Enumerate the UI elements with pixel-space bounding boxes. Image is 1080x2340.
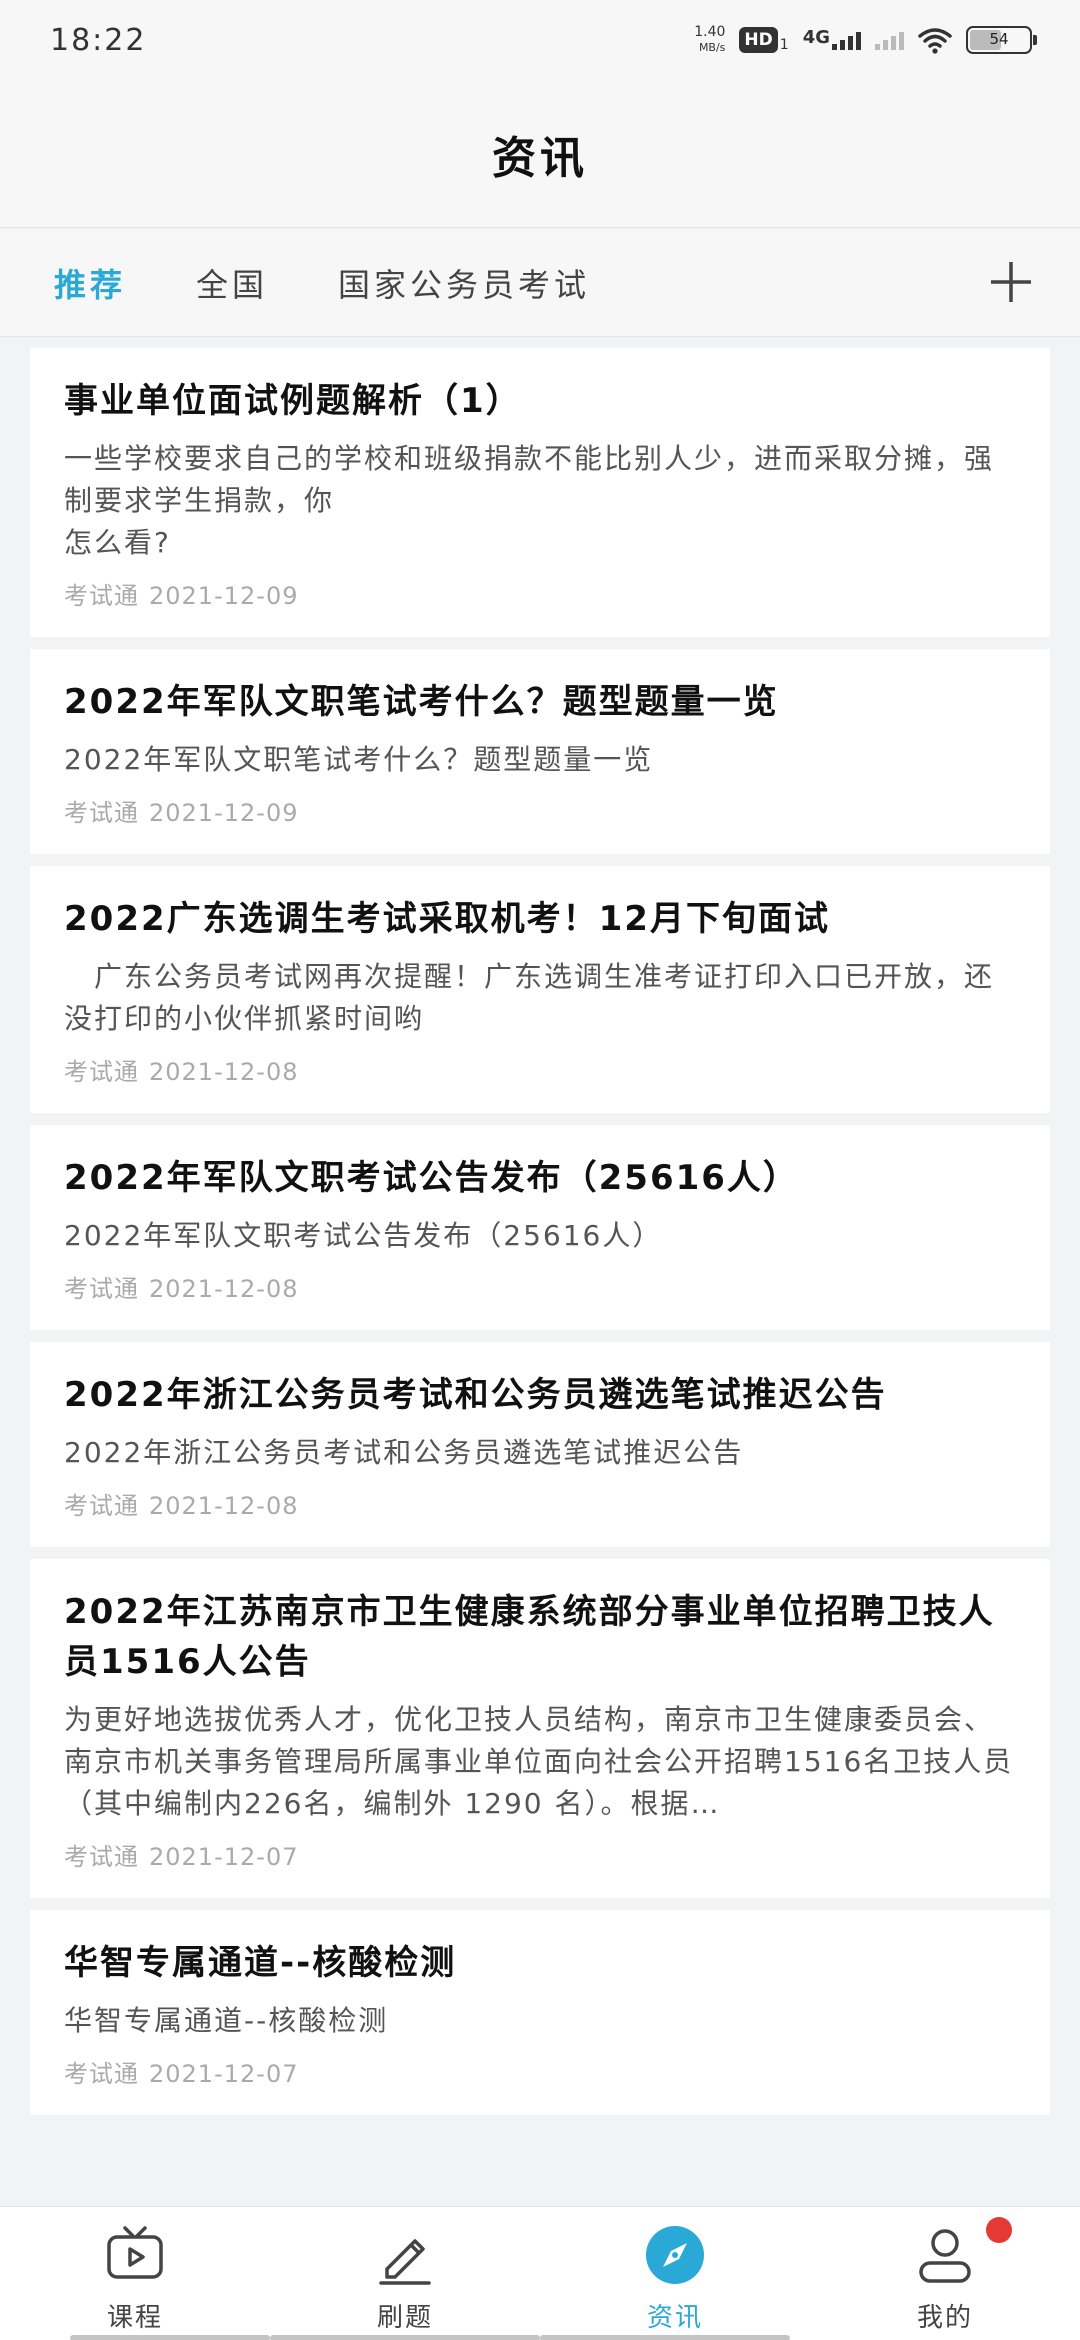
- article-title: 事业单位面试例题解析（1）: [64, 381, 522, 421]
- article-source: 考试通: [64, 2060, 139, 2088]
- article-meta: 考试通 2021-12-07: [64, 1837, 1016, 1872]
- article-summary: 华智专属通道--核酸检测: [64, 2004, 389, 2037]
- article-title: 2022广东选调生考试采取机考！12月下旬面试: [64, 899, 830, 939]
- add-category-icon[interactable]: [986, 257, 1036, 307]
- article-card[interactable]: 2022年军队文职考试公告发布（25616人） 2022年军队文职考试公告发布（…: [30, 1125, 1050, 1330]
- nav-label: 资讯: [646, 2303, 703, 2333]
- article-date: 2021-12-08: [149, 1275, 299, 1303]
- user-icon: [919, 2229, 971, 2283]
- article-title: 2022年军队文职考试公告发布（25616人）: [64, 1158, 799, 1198]
- page-title: 资讯: [492, 132, 588, 184]
- nav-label: 刷题: [376, 2303, 433, 2333]
- battery-icon: 54: [966, 26, 1037, 54]
- battery-level: 54: [989, 30, 1009, 48]
- nav-news[interactable]: 资讯: [540, 2207, 810, 2340]
- article-summary: 为更好地选拔优秀人才，优化卫技人员结构，南京市卫生健康委员会、南京市机关事务管理…: [64, 1703, 1014, 1820]
- article-title: 2022年军队文职笔试考什么？题型题量一览: [64, 682, 779, 722]
- tab-civil-service-exam[interactable]: 国家公务员考试: [338, 260, 590, 306]
- category-tabs: 推荐 全国 国家公务员考试: [0, 229, 1080, 337]
- article-meta: 考试通 2021-12-08: [64, 1269, 1016, 1304]
- article-date: 2021-12-08: [149, 1058, 299, 1086]
- nav-label: 我的: [916, 2303, 973, 2333]
- article-source: 考试通: [64, 1492, 139, 1520]
- article-meta: 考试通 2021-12-09: [64, 576, 1016, 611]
- compass-icon: [646, 2226, 704, 2284]
- article-meta: 考试通 2021-12-08: [64, 1486, 1016, 1521]
- tv-play-icon: [107, 2226, 163, 2279]
- article-source: 考试通: [64, 1275, 139, 1303]
- article-date: 2021-12-07: [149, 1843, 299, 1871]
- status-time: 18:22: [50, 22, 147, 58]
- status-bar: 18:22 1.40 MB/s HD 1 4G 54: [0, 0, 1080, 80]
- article-date: 2021-12-08: [149, 1492, 299, 1520]
- article-summary: 2022年军队文职考试公告发布（25616人）: [64, 1219, 663, 1252]
- article-card[interactable]: 华智专属通道--核酸检测 华智专属通道--核酸检测 考试通 2021-12-07: [30, 1910, 1050, 2115]
- signal-4g-icon: 4G: [803, 29, 861, 50]
- network-speed-value: 1.40: [694, 24, 726, 40]
- tab-national[interactable]: 全国: [196, 260, 268, 306]
- article-source: 考试通: [64, 799, 139, 827]
- network-speed-unit: MB/s: [698, 41, 726, 54]
- article-card[interactable]: 2022年军队文职笔试考什么？题型题量一览 2022年军队文职笔试考什么？题型题…: [30, 649, 1050, 854]
- article-card[interactable]: 2022广东选调生考试采取机考！12月下旬面试 广东公务员考试网再次提醒！广东选…: [30, 866, 1050, 1113]
- article-meta: 考试通 2021-12-09: [64, 793, 1016, 828]
- status-icons: 1.40 MB/s HD 1 4G 54: [694, 25, 1037, 55]
- article-summary: 一些学校要求自己的学校和班级捐款不能比别人少，进而采取分摊，强制要求学生捐款，你…: [64, 442, 995, 559]
- article-card[interactable]: 事业单位面试例题解析（1） 一些学校要求自己的学校和班级捐款不能比别人少，进而采…: [30, 348, 1050, 637]
- bottom-nav: 课程 刷题 资讯 我的: [0, 2206, 1080, 2340]
- article-title: 2022年浙江公务员考试和公务员遴选笔试推迟公告: [64, 1375, 887, 1415]
- article-meta: 考试通 2021-12-08: [64, 1052, 1016, 1087]
- nav-label: 课程: [106, 2303, 163, 2333]
- nav-courses[interactable]: 课程: [0, 2207, 270, 2340]
- article-source: 考试通: [64, 1843, 139, 1871]
- signal-sim2-icon: [875, 30, 904, 50]
- article-date: 2021-12-09: [149, 799, 299, 827]
- article-meta: 考试通 2021-12-07: [64, 2054, 1016, 2089]
- article-date: 2021-12-09: [149, 582, 299, 610]
- article-title: 2022年江苏南京市卫生健康系统部分事业单位招聘卫技人员1516人公告: [64, 1592, 995, 1682]
- hd-icon: HD 1: [739, 27, 789, 53]
- pencil-icon: [379, 2239, 431, 2285]
- article-summary: 2022年浙江公务员考试和公务员遴选笔试推迟公告: [64, 1436, 744, 1469]
- notification-badge: [986, 2217, 1012, 2243]
- page-header: 资讯: [0, 80, 1080, 228]
- article-card[interactable]: 2022年浙江公务员考试和公务员遴选笔试推迟公告 2022年浙江公务员考试和公务…: [30, 1342, 1050, 1547]
- nav-mine[interactable]: 我的: [810, 2207, 1080, 2340]
- tab-recommended[interactable]: 推荐: [54, 260, 126, 306]
- news-feed: 事业单位面试例题解析（1） 一些学校要求自己的学校和班级捐款不能比别人少，进而采…: [30, 348, 1050, 2127]
- nav-practice[interactable]: 刷题: [270, 2207, 540, 2340]
- wifi-icon: [918, 28, 952, 54]
- network-speed: 1.40 MB/s: [694, 25, 725, 55]
- article-summary: 广东公务员考试网再次提醒！广东选调生准考证打印入口已开放，还没打印的小伙伴抓紧时…: [64, 960, 995, 1035]
- article-date: 2021-12-07: [149, 2060, 299, 2088]
- article-title: 华智专属通道--核酸检测: [64, 1943, 457, 1983]
- article-card[interactable]: 2022年江苏南京市卫生健康系统部分事业单位招聘卫技人员1516人公告 为更好地…: [30, 1559, 1050, 1898]
- article-source: 考试通: [64, 1058, 139, 1086]
- article-source: 考试通: [64, 582, 139, 610]
- article-summary: 2022年军队文职笔试考什么？题型题量一览: [64, 743, 654, 776]
